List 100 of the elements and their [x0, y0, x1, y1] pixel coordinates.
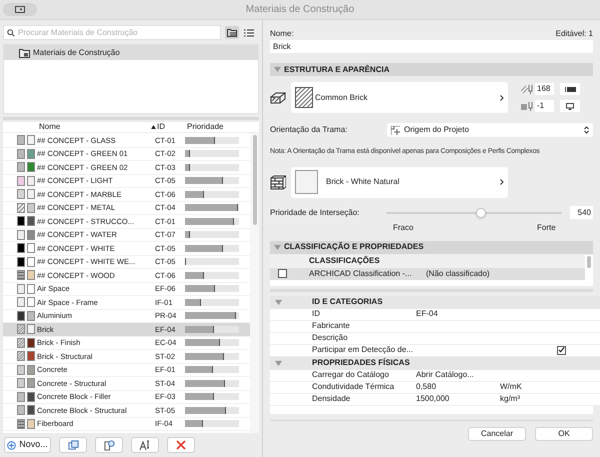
fill-swatch: [17, 297, 25, 308]
classification-value: (Não classificado): [426, 268, 490, 280]
property-name: Descrição: [312, 332, 349, 344]
folder-view-button[interactable]: [225, 26, 239, 39]
text-cursor-icon: [139, 440, 151, 450]
slider-max-label: Forte: [537, 222, 556, 234]
fill-swatch: [17, 405, 25, 416]
property-group-header[interactable]: PROPRIEDADES FÍSICAS: [270, 356, 600, 370]
property-value: Abrir Catálogo...: [416, 369, 475, 381]
property-name: Densidade: [312, 393, 352, 405]
property-checkbox[interactable]: [557, 346, 566, 354]
chevron-right-icon: [500, 94, 504, 100]
dialog-button[interactable]: OK: [535, 426, 593, 440]
chevron-right-icon: [500, 179, 504, 185]
search-field[interactable]: Procurar Materiais de Construção: [3, 25, 221, 40]
name-label: Nome:: [270, 28, 294, 40]
slider-thumb[interactable]: [476, 208, 486, 218]
folder-icon: [19, 48, 30, 58]
hatch-swatch: [295, 87, 313, 108]
priority-value-field[interactable]: 540: [570, 206, 593, 219]
hatch-pen-icon: [521, 84, 533, 94]
fill-swatch: [17, 162, 25, 172]
column-header[interactable]: Prioridade: [187, 121, 224, 133]
property-name: ID: [312, 308, 321, 320]
fill-swatch: [17, 324, 25, 334]
editable-label: Editável: 1: [556, 28, 593, 40]
fill-swatch: [17, 364, 25, 375]
orientation-label: Orientação da Trama:: [270, 124, 348, 136]
dialog-button[interactable]: Cancelar: [468, 426, 526, 440]
surface-preview: [295, 170, 318, 194]
pen-number-field[interactable]: -1: [535, 100, 554, 112]
duplicate-button[interactable]: [59, 437, 87, 453]
monitor-icon: [566, 102, 574, 110]
property-name: Participar em Detecção de...: [312, 344, 414, 356]
cut-fill-icon: [270, 92, 286, 104]
document-import-icon: [104, 440, 114, 450]
pen-number-field[interactable]: 168: [535, 83, 554, 95]
import-button[interactable]: [95, 437, 123, 453]
fill-swatch: [17, 284, 25, 294]
name-input[interactable]: Brick: [270, 40, 593, 53]
sidebar-toggle-button[interactable]: [3, 3, 37, 16]
fill-swatch: [17, 256, 25, 267]
fill-swatch: [17, 230, 25, 240]
column-header[interactable]: ID: [157, 121, 187, 133]
duplicate-icon: [68, 440, 78, 450]
property-name: Fabricante: [312, 320, 351, 332]
section-header[interactable]: ESTRUTURA E APARÊNCIA: [270, 63, 593, 76]
list-header: CLASSIFICAÇÕES: [270, 254, 585, 268]
window-title: Materiais de Construção: [244, 3, 356, 17]
surface-picker[interactable]: Brick - White Natural: [291, 166, 508, 198]
screen-user-icon: [15, 6, 25, 14]
section-header[interactable]: CLASSIFICAÇÃO E PROPRIEDADES: [270, 240, 593, 254]
plus-circle-icon: [7, 440, 16, 450]
fill-swatch: [17, 176, 25, 186]
property-name: Carregar do Catálogo: [312, 369, 390, 381]
monitor-picker[interactable]: [560, 100, 580, 112]
classification-checkbox[interactable]: [278, 269, 286, 278]
new-button[interactable]: Novo...: [4, 437, 51, 453]
fill-swatch: [17, 216, 25, 226]
scrollbar[interactable]: [250, 133, 259, 433]
fill-swatch: [17, 189, 25, 200]
fill-swatch: [17, 148, 25, 159]
folder-item[interactable]: Materiais de Construção: [4, 45, 258, 60]
priority-label: Prioridade de Interseção:: [270, 206, 360, 218]
column-header[interactable]: Nome: [39, 121, 151, 133]
fill-swatch: [17, 135, 25, 146]
property-name: Condutividade Térmica: [312, 381, 396, 393]
rename-button[interactable]: [131, 437, 159, 453]
fill-swatch: [17, 270, 25, 280]
property-unit: W/mK: [500, 381, 522, 393]
folder-label: Materiais de Construção: [33, 46, 120, 58]
background-pen-icon: [521, 102, 533, 110]
search-icon: [7, 28, 15, 36]
fill-swatch: [17, 202, 25, 213]
fill-swatch: [17, 351, 25, 362]
delete-button[interactable]: [167, 437, 195, 453]
fill-picker[interactable]: Common Brick: [291, 82, 508, 113]
pattern-origin-icon: [391, 126, 400, 134]
fill-swatch: [17, 338, 25, 348]
classification-row[interactable]: ARCHICAD Classification -... (Não classificado): [270, 268, 585, 280]
property-value: 0,580: [416, 381, 438, 393]
fill-swatch: [17, 310, 25, 321]
orientation-dropdown[interactable]: Origem do Projeto: [387, 123, 593, 137]
property-value: EF-04: [416, 308, 439, 320]
slider-min-label: Fraco: [393, 222, 414, 234]
list-icon: [244, 28, 254, 36]
fill-swatch: [17, 418, 25, 429]
folder-tree-icon: [227, 28, 237, 37]
property-group-header[interactable]: ID E CATEGORIAS: [270, 296, 600, 308]
close-icon: [176, 440, 186, 450]
classification-system: ARCHICAD Classification -...: [309, 268, 412, 278]
fill-swatch: [17, 378, 25, 388]
property-unit: kg/m³: [500, 393, 520, 405]
updown-caret-icon: [584, 126, 589, 134]
property-value: 1500,000: [416, 393, 450, 405]
sort-ascending-icon: [151, 125, 156, 129]
brick-wall-icon: [270, 174, 286, 190]
fill-swatch: [17, 392, 25, 402]
line-type-picker[interactable]: [560, 83, 580, 95]
fill-swatch: [17, 243, 25, 254]
